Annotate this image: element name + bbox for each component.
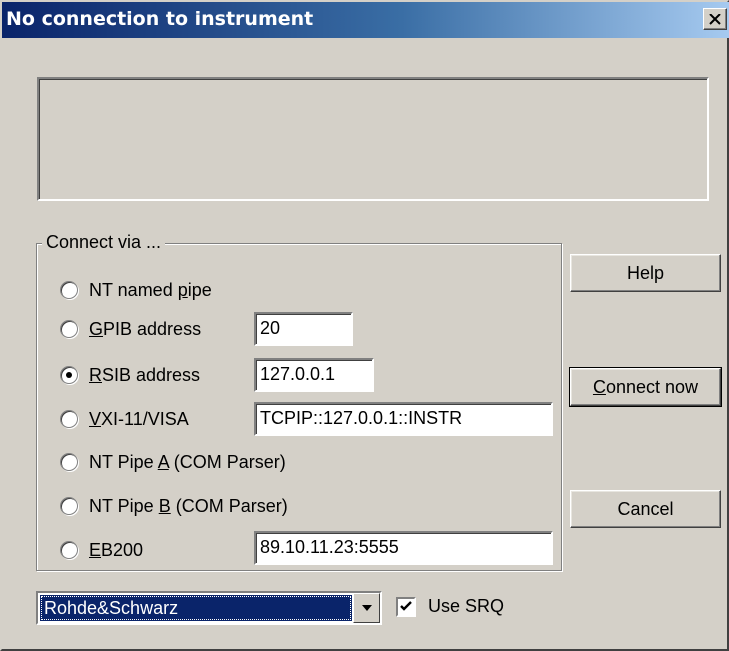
radio-vxi11-visa[interactable]: VXI-11/VISA (60, 406, 189, 432)
visa-resource-input[interactable]: TCPIP::127.0.0.1::INSTR (254, 402, 553, 436)
radio-nt-pipe-a[interactable]: NT Pipe A (COM Parser) (60, 449, 286, 475)
close-button[interactable] (703, 8, 727, 30)
radio-label: EB200 (89, 539, 144, 560)
radio-label: NT Pipe A (COM Parser) (89, 451, 286, 472)
gpib-address-input[interactable]: 20 (254, 312, 353, 346)
radio-label: NT named pipe (89, 279, 212, 300)
radio-gpib-address[interactable]: GPIB address (60, 316, 201, 342)
radio-button[interactable] (60, 497, 78, 515)
use-srq-checkbox[interactable] (396, 596, 416, 617)
vendor-select-value: Rohde&Schwarz (40, 595, 352, 621)
radio-label: NT Pipe B (COM Parser) (89, 495, 288, 516)
dropdown-arrow-icon (361, 604, 372, 611)
radio-label: RSIB address (89, 364, 201, 385)
connect-mnemonic: C (592, 376, 606, 397)
radio-eb200[interactable]: EB200 (60, 537, 143, 563)
radio-button[interactable] (60, 281, 78, 299)
connect-label: onnect now (605, 376, 699, 397)
radio-label: VXI-11/VISA (89, 408, 189, 429)
rsib-address-input[interactable]: 127.0.0.1 (254, 358, 374, 392)
connect-now-button[interactable]: Connect now (569, 367, 722, 407)
radio-button-selected[interactable] (60, 366, 78, 384)
close-icon (709, 13, 721, 25)
radio-rsib-address[interactable]: RSIB address (60, 362, 200, 388)
radio-button[interactable] (60, 320, 78, 338)
eb200-address-input[interactable]: 89.10.11.23:5555 (254, 531, 553, 565)
radio-button[interactable] (60, 453, 78, 471)
radio-button[interactable] (60, 541, 78, 559)
use-srq-option[interactable]: Use SRQ (396, 596, 504, 617)
radio-label: GPIB address (89, 318, 202, 339)
dialog-window: No connection to instrument Connect via … (0, 0, 729, 651)
title-bar[interactable]: No connection to instrument (2, 2, 729, 38)
dropdown-button[interactable] (353, 593, 380, 623)
vendor-select[interactable]: Rohde&Schwarz (36, 591, 382, 625)
help-button[interactable]: Help (570, 254, 721, 292)
radio-button[interactable] (60, 410, 78, 428)
dialog-title: No connection to instrument (6, 8, 314, 30)
radio-nt-pipe-b[interactable]: NT Pipe B (COM Parser) (60, 493, 288, 519)
cancel-button[interactable]: Cancel (570, 490, 721, 528)
status-message-box (37, 77, 709, 201)
use-srq-label: Use SRQ (428, 596, 505, 616)
radio-nt-named-pipe[interactable]: NT named pipe (60, 277, 212, 303)
connect-via-legend: Connect via ... (42, 232, 166, 253)
checkmark-icon (400, 601, 412, 611)
